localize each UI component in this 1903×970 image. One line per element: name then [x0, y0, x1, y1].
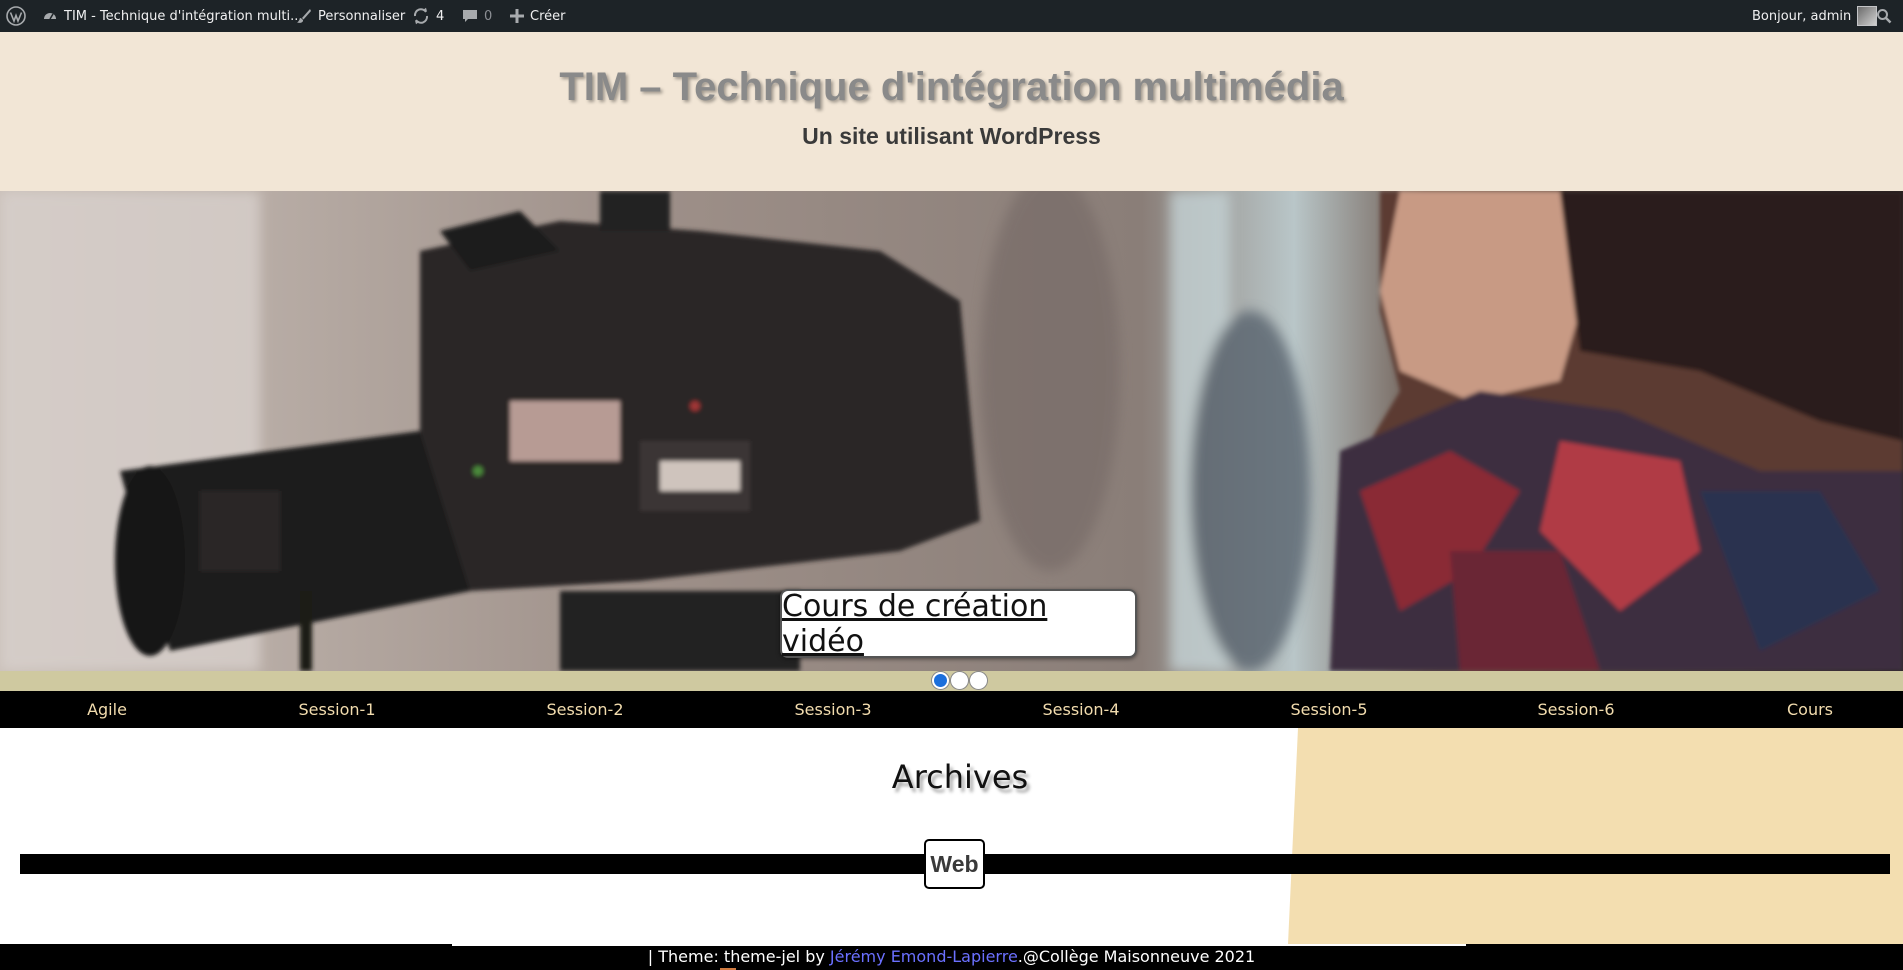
category-web-link[interactable]: Web	[924, 839, 985, 889]
updates-icon	[412, 7, 430, 25]
customize-label: Personnaliser	[318, 8, 406, 24]
nav-item-session-1[interactable]: Session-1	[299, 691, 376, 728]
comments-link[interactable]: 0	[462, 0, 492, 32]
nav-item-session-2[interactable]: Session-2	[547, 691, 624, 728]
site-title[interactable]: TIM – Technique d'intégration multimédia	[0, 65, 1903, 110]
site-header: TIM – Technique d'intégration multimédia…	[0, 32, 1903, 191]
slide-caption[interactable]: Cours de création vidéo	[780, 589, 1137, 659]
customize-link[interactable]: Personnaliser	[296, 0, 405, 32]
slider-dots-bar	[0, 671, 1903, 691]
my-account-link[interactable]: Bonjour, admin	[1752, 0, 1878, 32]
new-content-link[interactable]: Créer	[510, 0, 565, 32]
wordpress-logo-button[interactable]	[6, 0, 26, 32]
new-content-label: Créer	[530, 8, 566, 24]
footer-prefix: | Theme: theme-jel by	[647, 947, 830, 966]
search-icon	[1876, 8, 1892, 24]
slider-dot-2[interactable]	[951, 672, 968, 689]
nav-item-session-5[interactable]: Session-5	[1291, 691, 1368, 728]
dashboard-icon	[42, 8, 58, 24]
nav-item-cours[interactable]: Cours	[1787, 691, 1833, 728]
slider-dot-3[interactable]	[970, 672, 987, 689]
greeting-label: Bonjour, admin	[1752, 8, 1852, 24]
comment-icon	[462, 8, 478, 24]
main-navigation: Agile Session-1 Session-2 Session-3 Sess…	[0, 691, 1903, 728]
admin-bar: TIM - Technique d'intégration multi... P…	[0, 0, 1903, 32]
footer-author-link[interactable]: Jérémy Emond-Lapierre	[830, 947, 1018, 966]
archives-heading: Archives	[891, 758, 1029, 796]
updates-count: 4	[436, 8, 445, 24]
footer-suffix: .@Collège Maisonneuve 2021	[1017, 947, 1256, 966]
avatar	[1857, 6, 1878, 26]
site-name-label: TIM - Technique d'intégration multi...	[64, 8, 303, 24]
slide-caption-link[interactable]: Cours de création vidéo	[782, 589, 1135, 659]
nav-item-session-6[interactable]: Session-6	[1538, 691, 1615, 728]
nav-item-agile[interactable]: Agile	[87, 691, 127, 728]
slider-dot-1[interactable]	[932, 672, 949, 689]
site-footer: | Theme: theme-jel by Jérémy Emond-Lapie…	[0, 944, 1903, 970]
footer-credits: | Theme: theme-jel by Jérémy Emond-Lapie…	[0, 947, 1903, 966]
updates-link[interactable]: 4	[412, 0, 444, 32]
nav-item-session-3[interactable]: Session-3	[795, 691, 872, 728]
paintbrush-icon	[296, 8, 312, 24]
main-content: Archives Web	[0, 728, 1903, 944]
hero-slider: Cours de création vidéo	[0, 191, 1903, 671]
footer-divider	[452, 944, 1466, 946]
plus-icon	[510, 9, 524, 23]
nav-item-session-4[interactable]: Session-4	[1043, 691, 1120, 728]
search-button[interactable]	[1876, 0, 1892, 32]
site-description: Un site utilisant WordPress	[802, 123, 1101, 149]
wordpress-logo-icon	[6, 6, 26, 26]
comments-count: 0	[484, 8, 493, 24]
site-name-link[interactable]: TIM - Technique d'intégration multi...	[42, 0, 303, 32]
